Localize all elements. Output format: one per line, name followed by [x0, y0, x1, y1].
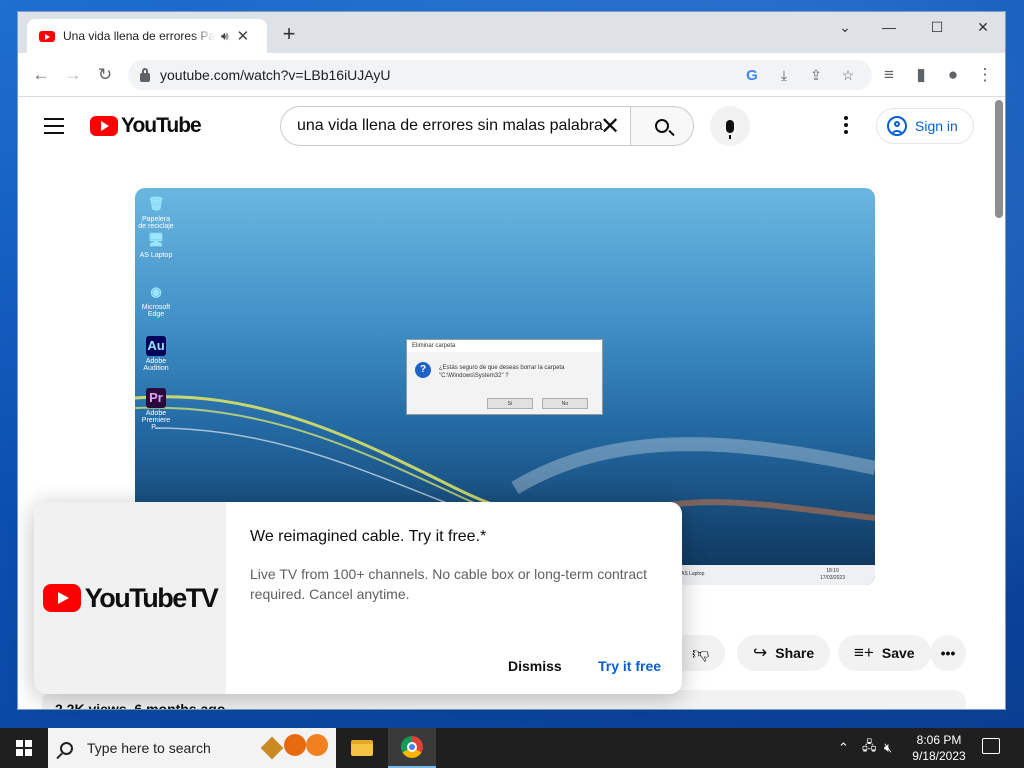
minimize-button[interactable]: —: [866, 12, 912, 42]
start-button[interactable]: [0, 728, 48, 768]
question-icon: ?: [415, 362, 431, 378]
video-desktop-icon: 🗑︎ Papelera de reciclaje: [138, 196, 174, 230]
sign-in-label: Sign in: [915, 118, 958, 134]
more-actions-button[interactable]: •••: [930, 635, 966, 671]
clear-search-icon[interactable]: ✕: [596, 111, 624, 141]
search-icon: [60, 741, 73, 755]
hamburger-menu-icon[interactable]: [44, 118, 64, 139]
network-icon[interactable]: 🖧︎: [862, 728, 877, 768]
dialog-title: Eliminar carpeta: [407, 340, 602, 352]
back-button[interactable]: ←: [28, 62, 54, 88]
share-label: Share: [775, 645, 815, 661]
search-icon: [655, 119, 669, 133]
install-app-icon[interactable]: ⤓: [774, 65, 794, 85]
video-clock: 18:10 17/03/2023: [819, 568, 845, 581]
dismiss-button[interactable]: Dismiss: [508, 658, 562, 674]
speaker-icon[interactable]: 🔊︎: [221, 29, 229, 44]
video-delete-dialog: Eliminar carpeta ? ¿Estás seguro de que …: [406, 339, 603, 415]
share-button[interactable]: ↪ Share: [737, 635, 831, 671]
halloween-pumpkins-icon[interactable]: [260, 734, 328, 760]
reload-button[interactable]: ↻: [92, 62, 118, 88]
video-taskbar-label: AS Laptop: [681, 571, 705, 577]
promo-description: Live TV from 100+ channels. No cable box…: [250, 566, 647, 602]
clock-date: 9/18/2023: [912, 749, 966, 763]
youtube-play-icon: [90, 116, 118, 136]
windows-logo-icon: [16, 740, 32, 756]
lock-icon[interactable]: [140, 67, 150, 82]
page-scrollbar[interactable]: [995, 100, 1003, 218]
windows-taskbar: Type here to search ⌃ 🖧︎ 🔇︎ 8:06 PM 9/18…: [0, 728, 1024, 768]
logo-text: YouTube: [121, 114, 202, 137]
taskbar-clock[interactable]: 8:06 PM 9/18/2023: [904, 732, 974, 764]
side-panel-icon[interactable]: ▮: [908, 62, 934, 88]
voice-search-button[interactable]: [710, 106, 750, 146]
taskbar-file-explorer[interactable]: [338, 728, 386, 768]
sign-in-button[interactable]: Sign in: [876, 108, 974, 144]
dialog-message: ¿Estás seguro de que deseas borrar la ca…: [439, 365, 565, 379]
google-lens-icon[interactable]: G: [742, 65, 762, 85]
search-query[interactable]: una vida llena de errores sin malas pala…: [297, 117, 603, 135]
address-bar[interactable]: youtube.com/watch?v=LBb16iUJAyU G ⤓ ⇪ ☆: [128, 60, 872, 90]
youtube-favicon-icon: [39, 30, 55, 42]
dialog-no: No: [542, 398, 588, 409]
folder-icon: [351, 740, 373, 756]
tab-strip: Una vida llena de errores Par 🔊︎ ✕ + ⌄ —…: [18, 12, 1005, 53]
share-page-icon[interactable]: ⇪: [806, 65, 826, 85]
profile-avatar-icon[interactable]: ●: [940, 62, 966, 88]
tab-search-icon[interactable]: ⌄: [822, 12, 868, 42]
video-desktop-icon: 🖥︎ AS Laptop: [139, 232, 173, 259]
bookmark-star-icon[interactable]: ☆: [838, 65, 858, 85]
url-text[interactable]: youtube.com/watch?v=LBb16iUJAyU: [160, 67, 390, 83]
forward-button[interactable]: →: [60, 62, 86, 88]
thumbs-down-icon: 👎︎: [692, 643, 710, 663]
youtube-tv-logo: YouTubeTV: [34, 502, 226, 694]
youtube-tv-logo-text: YouTubeTV: [84, 582, 219, 613]
video-meta: 2.2K views 6 months ago: [55, 701, 226, 710]
dialog-yes: Sí: [487, 398, 533, 409]
account-icon: [887, 116, 907, 136]
browser-toolbar: ← → ↻ youtube.com/watch?v=LBb16iUJAyU G …: [18, 53, 1005, 97]
close-window-button[interactable]: ✕: [960, 12, 1005, 42]
dislike-button[interactable]: 👎︎: [682, 635, 726, 671]
search-input[interactable]: una vida llena de errores sin malas pala…: [280, 106, 630, 146]
notification-icon[interactable]: [982, 738, 1000, 754]
settings-menu-icon[interactable]: [836, 116, 856, 137]
search-button[interactable]: [630, 106, 694, 146]
clock-time: 8:06 PM: [916, 733, 962, 747]
video-desktop-icon: ◉ Microsoft Edge: [141, 284, 171, 318]
show-hidden-icons[interactable]: ⌃: [838, 728, 849, 768]
save-label: Save: [881, 645, 915, 661]
save-button[interactable]: ≡+ Save: [838, 635, 931, 671]
tab-title: Una vida llena de errores Par: [63, 29, 215, 43]
video-desktop-icon: Au Adobe Audition: [143, 336, 169, 372]
youtube-logo[interactable]: YouTube: [90, 114, 202, 138]
media-control-icon[interactable]: ≡: [876, 62, 902, 88]
new-tab-button[interactable]: +: [276, 21, 302, 47]
taskbar-chrome[interactable]: [388, 728, 436, 768]
share-icon: ↪: [753, 643, 768, 662]
microphone-icon: [726, 119, 734, 139]
maximize-button[interactable]: ☐: [914, 12, 960, 42]
try-it-free-button[interactable]: Try it free: [598, 658, 661, 674]
video-desktop-icon: Pr Adobe Premiere P...: [141, 388, 171, 431]
youtube-tv-play-icon: [42, 584, 81, 612]
taskbar-search[interactable]: Type here to search: [48, 728, 336, 768]
taskbar-search-placeholder: Type here to search: [87, 740, 211, 756]
promo-title: We reimagined cable. Try it free.*: [250, 528, 487, 545]
browser-tab[interactable]: Una vida llena de errores Par 🔊︎ ✕: [27, 19, 267, 53]
more-icon: •••: [940, 645, 956, 661]
chrome-icon: [401, 736, 423, 758]
volume-muted-icon[interactable]: 🔇︎: [884, 728, 892, 768]
youtube-tv-promo: YouTubeTV We reimagined cable. Try it fr…: [34, 502, 682, 694]
chrome-menu-icon[interactable]: ⋮: [972, 62, 998, 88]
playlist-add-icon: ≡+: [854, 643, 874, 662]
close-tab-icon[interactable]: ✕: [237, 27, 250, 45]
